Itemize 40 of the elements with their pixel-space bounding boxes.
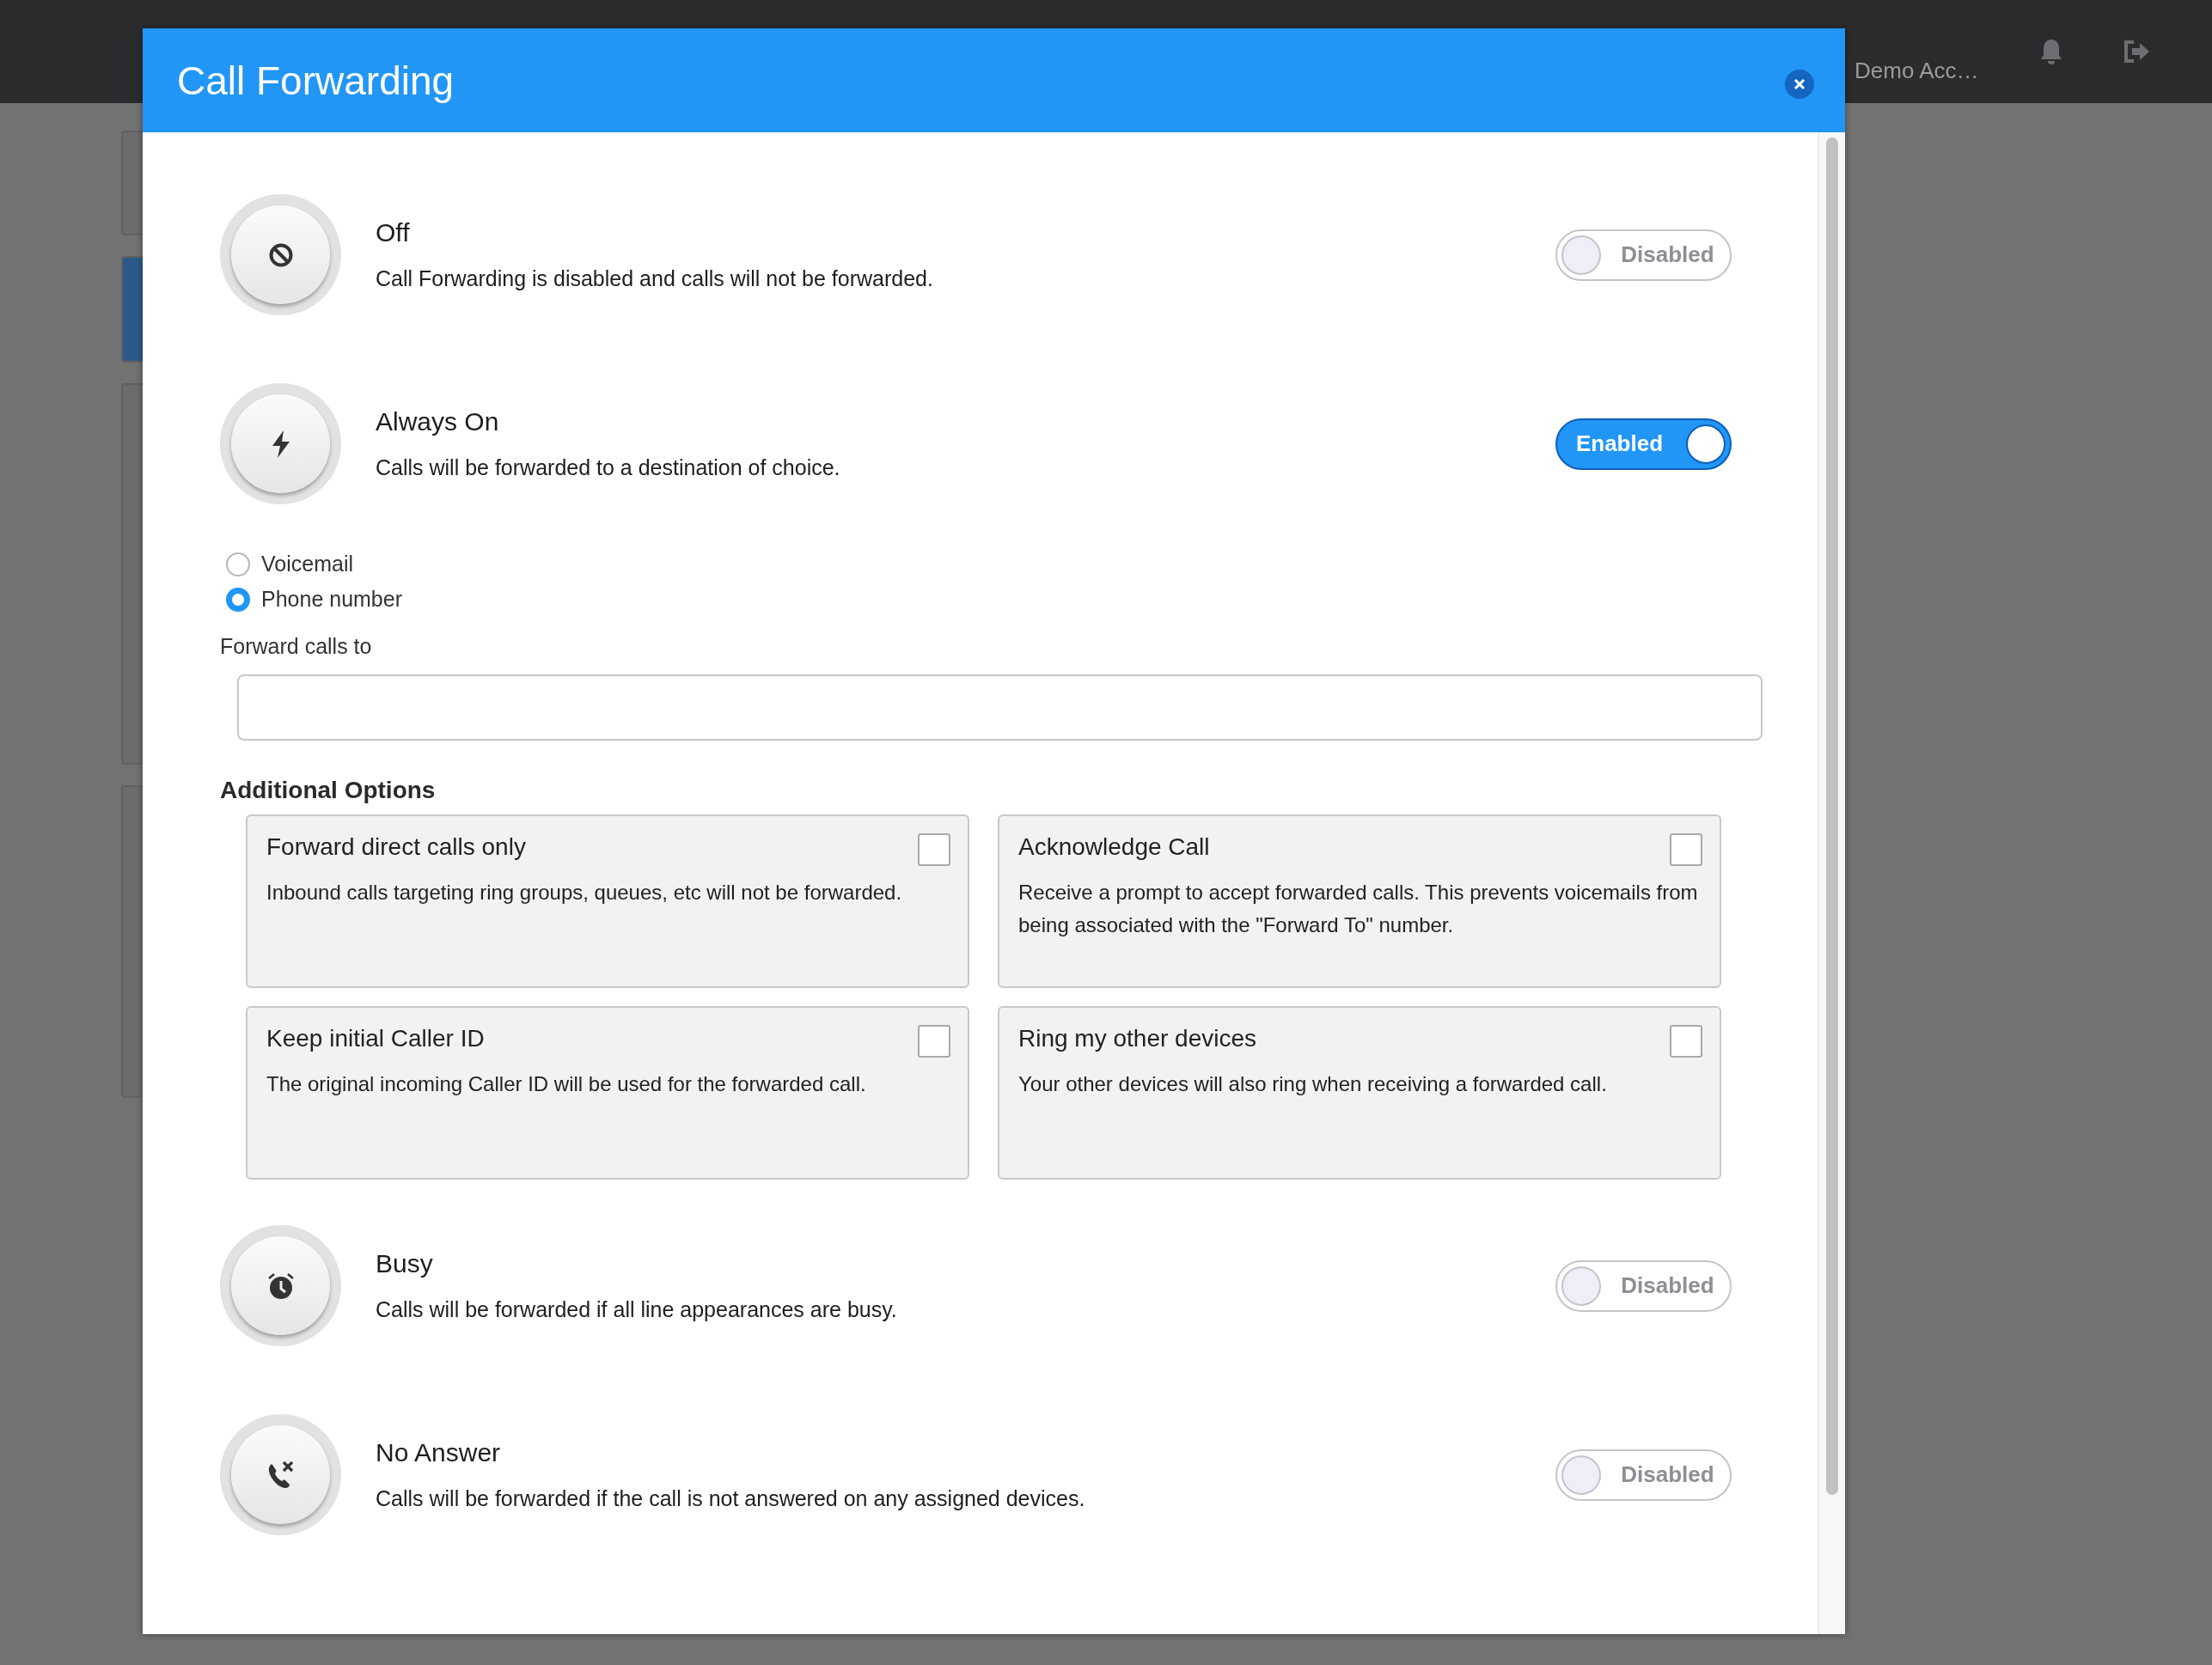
lightning-bolt-icon bbox=[270, 430, 291, 458]
logout-icon[interactable] bbox=[2123, 40, 2151, 63]
radio-label[interactable]: Phone number bbox=[261, 587, 402, 612]
checkbox[interactable] bbox=[1670, 1025, 1702, 1058]
scrollbar[interactable] bbox=[1818, 132, 1845, 1634]
mode-description: Calls will be forwarded if the call is not answered on any assigned devices. bbox=[376, 1486, 1086, 1511]
radio-label[interactable]: Voicemail bbox=[261, 552, 353, 576]
dialog-title: Call Forwarding bbox=[177, 57, 455, 104]
mode-title: No Answer bbox=[376, 1438, 502, 1467]
checkbox[interactable] bbox=[1670, 833, 1702, 866]
field-label: Forward calls to bbox=[220, 634, 373, 659]
option-description: Your other devices will also ring when receiving a forwarded call. bbox=[1018, 1071, 1608, 1097]
option-description: Inbound calls targeting ring groups, queues, etc will not be forwarded. bbox=[266, 880, 903, 906]
option-title: Forward direct calls only bbox=[266, 833, 526, 861]
mode-title: Busy bbox=[376, 1249, 434, 1278]
close-button[interactable] bbox=[1785, 69, 1814, 99]
radio-button[interactable] bbox=[226, 552, 250, 576]
option-description: The original incoming Caller ID will be used for the forwarded call. bbox=[266, 1071, 867, 1097]
bell-icon[interactable] bbox=[2038, 38, 2063, 65]
section-heading: Additional Options bbox=[220, 777, 437, 804]
checkbox[interactable] bbox=[918, 833, 950, 866]
prohibited-icon bbox=[267, 241, 294, 268]
option-title: Acknowledge Call bbox=[1018, 833, 1210, 861]
mode-description: Call Forwarding is disabled and calls will not be forwarded. bbox=[376, 266, 934, 291]
mode-title: Always On bbox=[376, 407, 500, 436]
input-field[interactable] bbox=[237, 674, 1763, 741]
mode-title: Off bbox=[376, 218, 411, 247]
option-description: Receive a prompt to accept forwarded calls. This prevents voicemails from being associated with the "Forward To" number. bbox=[1018, 880, 1699, 939]
close-icon bbox=[1793, 77, 1806, 90]
toggle-switch[interactable]: Disabled bbox=[1555, 1448, 1732, 1501]
account-name[interactable]: Demo Acc… bbox=[1855, 57, 1979, 84]
option-title: Ring my other devices bbox=[1018, 1025, 1256, 1052]
option-title: Keep initial Caller ID bbox=[266, 1025, 485, 1052]
toggle-switch[interactable]: Disabled bbox=[1555, 1259, 1732, 1312]
mode-description: Calls will be forwarded if all line appearances are busy. bbox=[376, 1297, 898, 1322]
toggle-switch[interactable]: Enabled bbox=[1555, 418, 1732, 470]
radio-button[interactable] bbox=[226, 587, 250, 612]
toggle-switch[interactable]: Disabled bbox=[1555, 229, 1732, 281]
checkbox[interactable] bbox=[918, 1025, 950, 1058]
mode-description: Calls will be forwarded to a destination of choice. bbox=[376, 455, 841, 480]
